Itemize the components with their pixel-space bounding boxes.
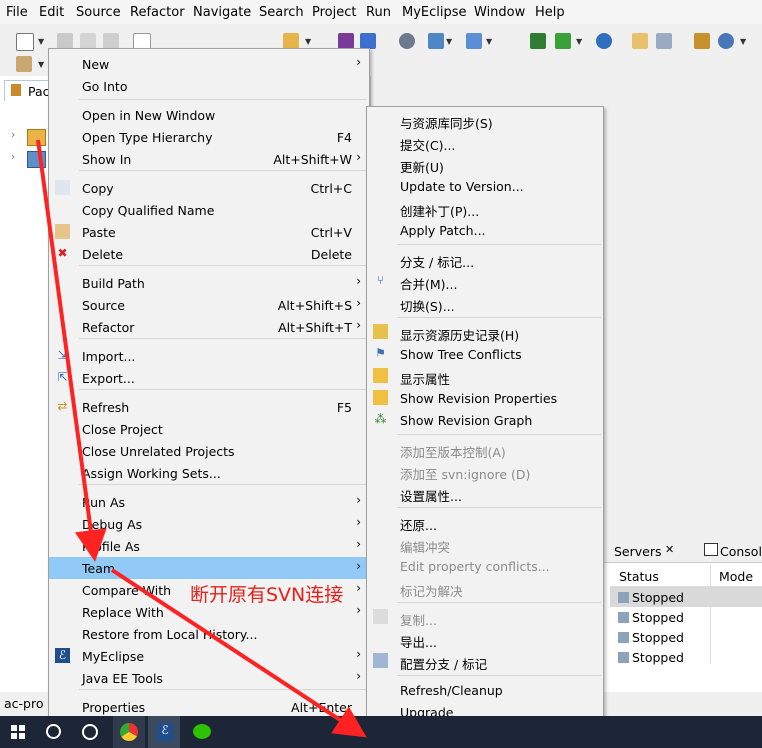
annotation-arrows [36, 139, 367, 738]
arrow-to-disconnect [110, 568, 367, 738]
arrow-to-team [36, 139, 107, 562]
